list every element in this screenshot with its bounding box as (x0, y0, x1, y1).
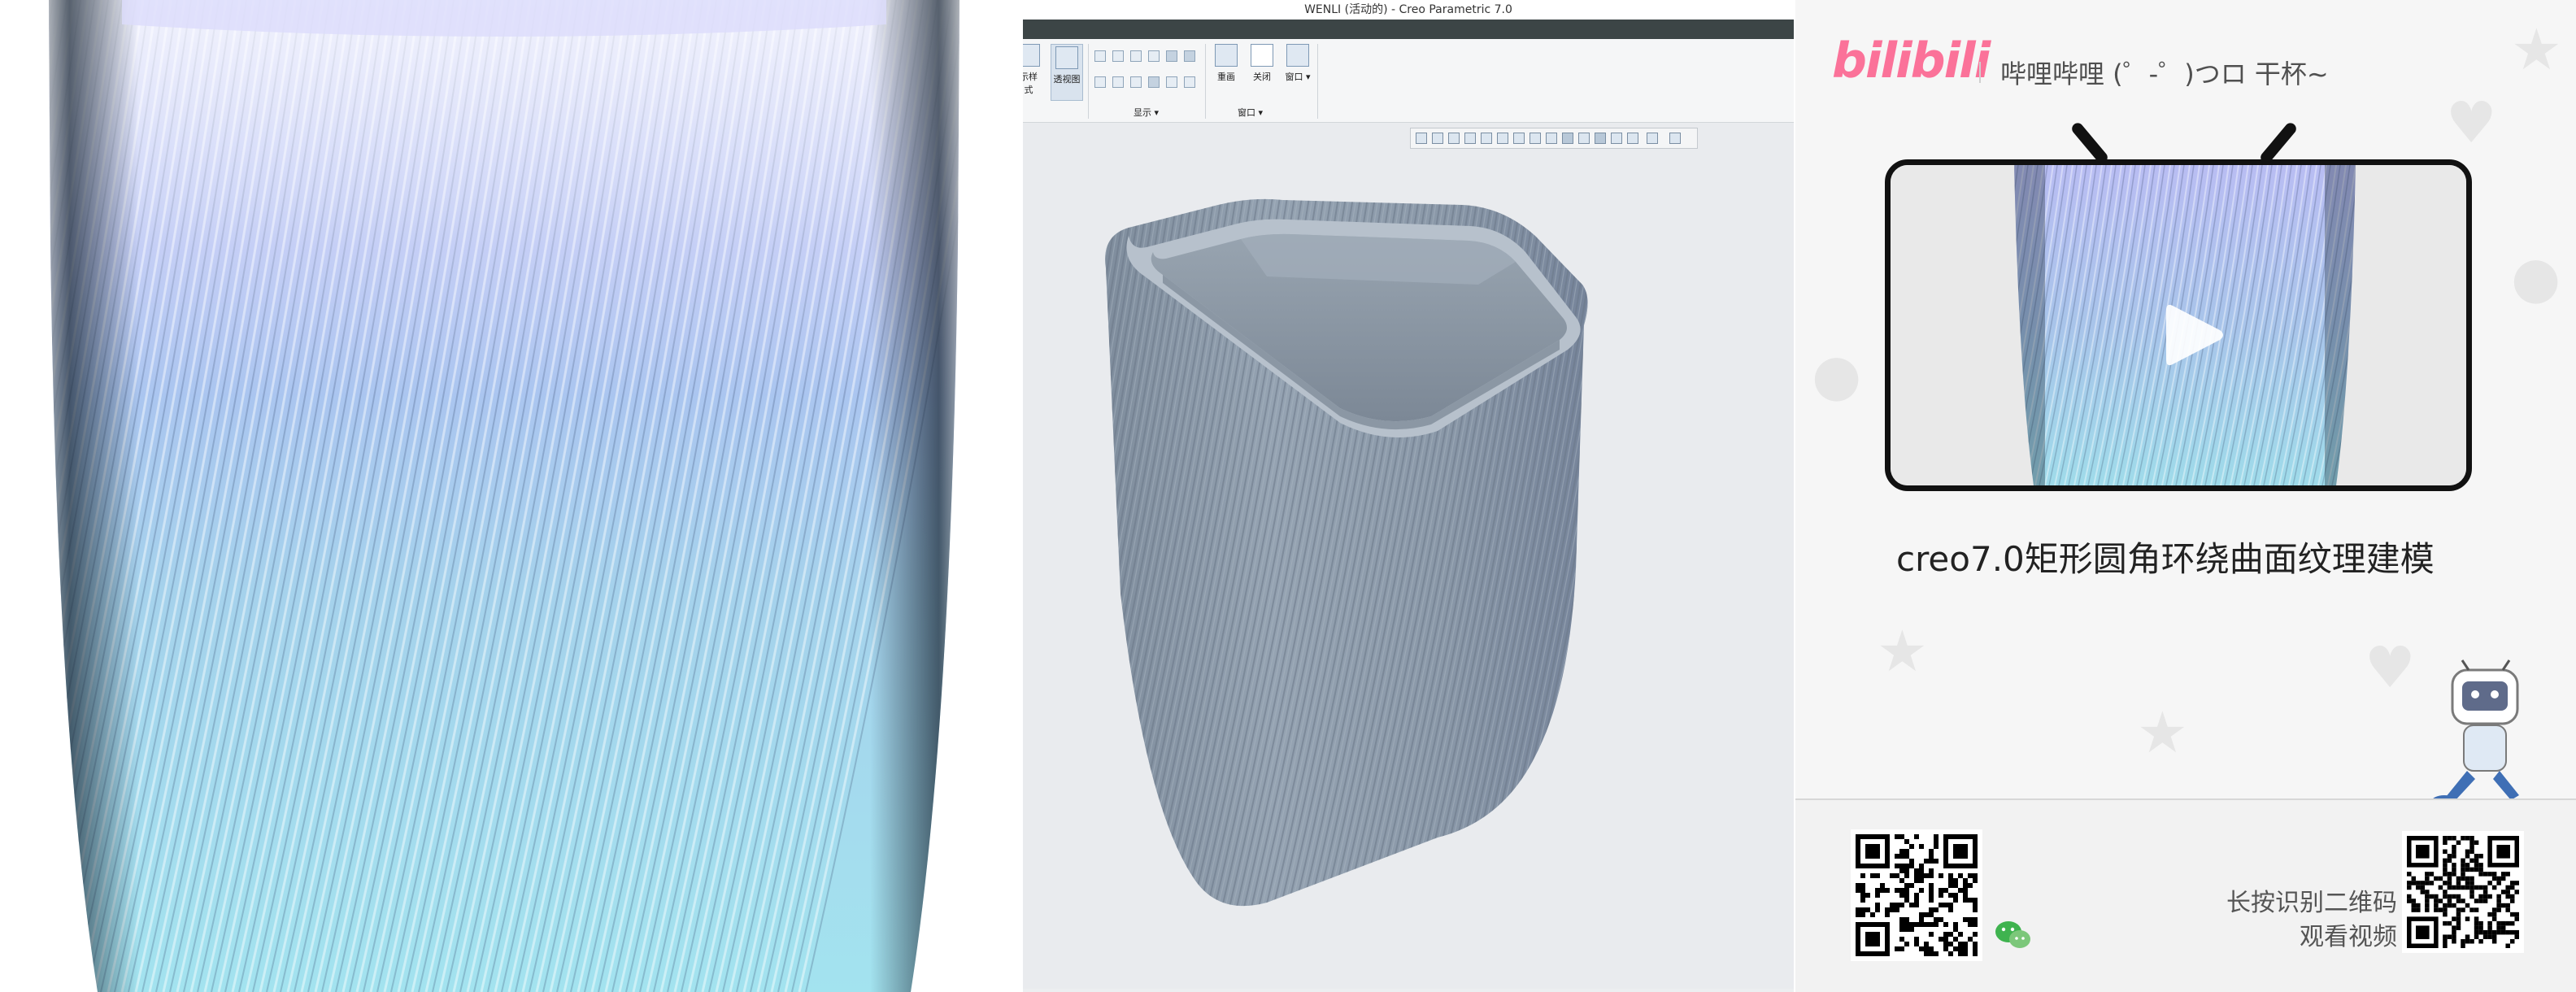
axis-tag-display-toggle[interactable] (1094, 76, 1106, 88)
redraw-label: 重画 (1217, 72, 1235, 82)
section-icon[interactable] (1513, 133, 1525, 144)
graphics-toolbar (1410, 128, 1698, 149)
view-manager-icon[interactable] (1481, 133, 1492, 144)
display-style-icon (1023, 44, 1040, 67)
layers-icon[interactable] (1669, 133, 1681, 144)
display-style-toolbar-icon[interactable] (1530, 133, 1541, 144)
spin-center-icon[interactable] (1595, 133, 1606, 144)
creo-parametric-window: WENLI (活动的) - Creo Parametric 7.0 示样式 透视… (1023, 0, 1794, 992)
zoom-in-icon[interactable] (1432, 133, 1443, 144)
bilibili-logo: bilibili (1832, 33, 1991, 89)
window-switch-button[interactable]: 窗口 ▾ (1281, 44, 1314, 83)
csys-display-toggle[interactable] (1148, 50, 1160, 62)
repaint-icon[interactable] (1464, 133, 1476, 144)
point-display-toggle[interactable] (1130, 50, 1142, 62)
named-views-icon[interactable] (1497, 133, 1508, 144)
display-style-button[interactable]: 示样式 (1023, 44, 1041, 96)
qr-hint: 长按识别二维码 观看视频 (2153, 886, 2397, 955)
bilibili-share-card: ★ ♥ ● ● ★ ♥ ★ bilibili 哔哩哔哩 (゜-゜)つロ 干杯~ (1795, 0, 2576, 992)
annotation-display-toggle[interactable] (1166, 50, 1177, 62)
video-qr-code[interactable] (2402, 831, 2524, 953)
zoom-out-icon[interactable] (1448, 133, 1460, 144)
datum-display-filters-icon[interactable] (1562, 133, 1573, 144)
qr-code (1856, 834, 1978, 956)
wechat-icon[interactable] (1994, 917, 2033, 953)
refit-icon[interactable] (1416, 133, 1427, 144)
plane-tag-display-toggle[interactable] (1184, 50, 1195, 62)
glass-render-image (49, 0, 959, 992)
perspective-view-icon (1055, 46, 1078, 69)
qr-hint-line2: 观看视频 (2300, 923, 2397, 951)
redraw-button[interactable]: 重画 (1210, 44, 1242, 83)
ribbon: 示样式 透视图 显示 ▾ 重画 关闭 窗口 ▾ 窗口 ▾ (1023, 39, 1794, 123)
pause-icon[interactable] (1647, 133, 1658, 144)
window-group-label[interactable]: 窗口 ▾ (1238, 106, 1263, 119)
redraw-icon (1215, 44, 1238, 67)
ribbon-tab-strip (1023, 20, 1794, 39)
uploader-qr-code[interactable] (1851, 829, 1982, 961)
window-title: WENLI (活动的) - Creo Parametric 7.0 (1023, 0, 1794, 20)
spin-center-toggle[interactable] (1148, 76, 1160, 88)
datum-axis-display-toggle[interactable] (1112, 50, 1124, 62)
textured-cup-model[interactable] (1096, 187, 1665, 935)
qr-hint-line1: 长按识别二维码 (2226, 889, 2397, 917)
warning-icon[interactable] (1627, 133, 1638, 144)
window-icon (1286, 44, 1309, 67)
render-closeup-panel (0, 0, 1008, 992)
close-window-label: 关闭 (1253, 72, 1271, 82)
perspective-view-label: 透视图 (1053, 74, 1081, 85)
qr-code (2407, 836, 2519, 948)
csys-tag-display-toggle[interactable] (1130, 76, 1142, 88)
bilibili-slogan: 哔哩哔哩 (゜-゜)つロ 干杯~ (2000, 59, 2329, 89)
point-tag-display-toggle[interactable] (1112, 76, 1124, 88)
saved-orientation-icon[interactable] (1611, 133, 1622, 144)
grid-display-toggle[interactable] (1166, 76, 1177, 88)
display-style-label: 示样式 (1023, 72, 1038, 95)
annotation-display-icon[interactable] (1578, 133, 1590, 144)
logo-divider (1979, 62, 1981, 83)
perspective-toolbar-icon[interactable] (1546, 133, 1557, 144)
play-icon[interactable] (2161, 301, 2226, 369)
window-switch-label: 窗口 (1285, 72, 1303, 82)
datum-plane-display-toggle[interactable] (1094, 50, 1106, 62)
perspective-view-button[interactable]: 透视图 (1051, 44, 1083, 101)
display-group-label[interactable]: 显示 ▾ (1134, 106, 1159, 119)
card-footer: 长按识别二维码 观看视频 (1795, 800, 2576, 992)
tangent-edge-toggle[interactable] (1184, 76, 1195, 88)
bilibili-mascot (2431, 659, 2519, 808)
close-window-button[interactable]: 关闭 (1246, 44, 1278, 83)
close-icon (1251, 44, 1273, 67)
video-title[interactable]: creo7.0矩形圆角环绕曲面纹理建模 (1896, 532, 2435, 581)
